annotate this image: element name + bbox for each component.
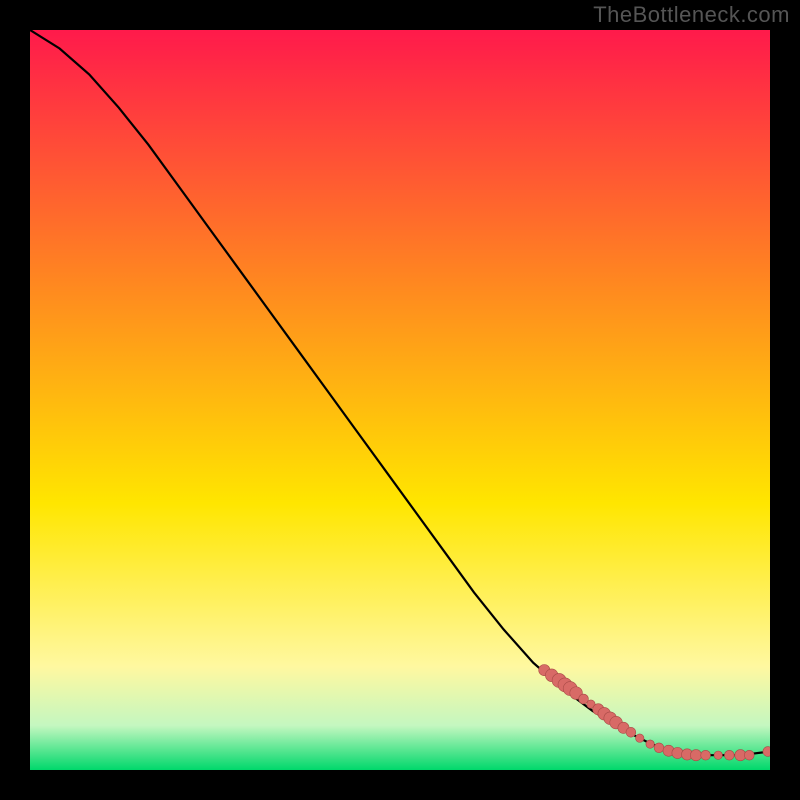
data-marker	[654, 743, 664, 753]
data-marker	[646, 740, 654, 748]
gradient-background	[30, 30, 770, 770]
data-marker	[626, 727, 636, 737]
data-marker	[701, 750, 711, 760]
data-marker	[636, 734, 644, 742]
watermark-text: TheBottleneck.com	[593, 2, 790, 28]
chart-frame: TheBottleneck.com	[0, 0, 800, 800]
data-marker	[724, 750, 734, 760]
data-marker	[690, 750, 701, 761]
plot-area	[30, 30, 770, 770]
data-marker	[744, 750, 754, 760]
data-marker	[763, 747, 770, 757]
chart-svg	[30, 30, 770, 770]
data-marker	[714, 751, 722, 759]
